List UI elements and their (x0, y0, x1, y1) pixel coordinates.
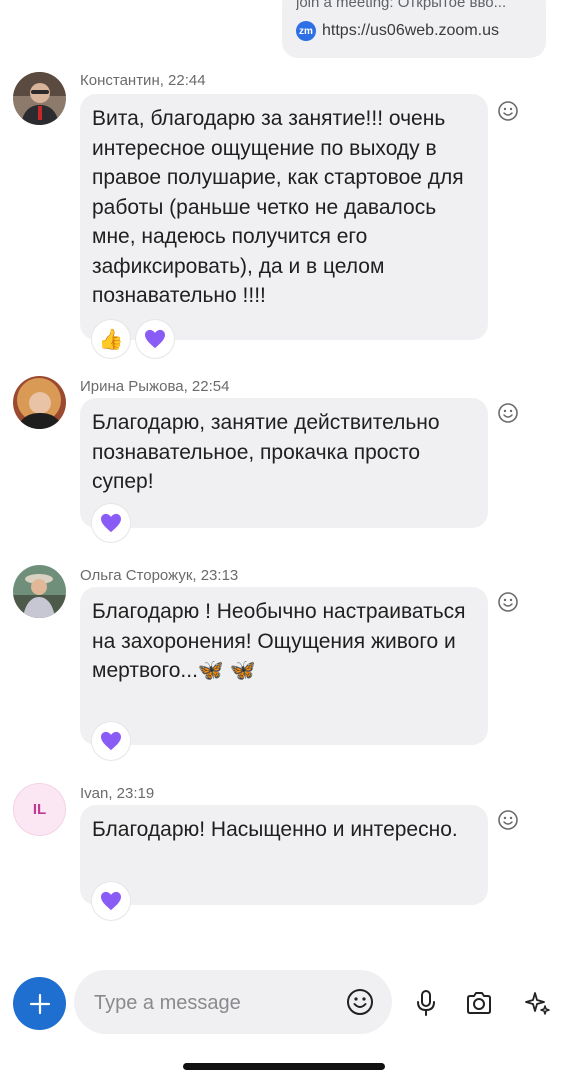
thumbs-up-icon: 👍 (98, 328, 124, 351)
add-reaction-icon[interactable] (497, 100, 519, 122)
sender-name-time: Константин, 22:44 (80, 72, 206, 89)
plus-icon (29, 993, 50, 1014)
reactions: 👍 (92, 320, 174, 358)
add-reaction-icon[interactable] (497, 809, 519, 831)
previous-message-bubble[interactable]: join a meeting: Открытое вво... zm https… (282, 0, 546, 58)
reactions (92, 722, 130, 760)
home-indicator (183, 1063, 385, 1070)
add-reaction-icon[interactable] (497, 591, 519, 613)
reaction-thumbs-up[interactable]: 👍 (92, 320, 130, 358)
message-composer[interactable] (74, 970, 392, 1036)
message-bubble[interactable]: Благодарю, занятие действительно познава… (80, 398, 488, 542)
purple-heart-icon (145, 329, 165, 349)
add-reaction-icon[interactable] (497, 402, 519, 424)
message-input[interactable] (92, 970, 336, 1036)
sparkle-icon[interactable] (523, 988, 553, 1018)
avatar[interactable] (13, 72, 66, 125)
reaction-heart[interactable] (92, 722, 130, 760)
avatar[interactable]: IL (13, 783, 66, 836)
reactions (92, 882, 130, 920)
previous-message-text: join a meeting: Открытое вво... (296, 0, 507, 11)
avatar[interactable] (13, 376, 66, 429)
reaction-heart[interactable] (92, 504, 130, 542)
purple-heart-icon (101, 891, 121, 911)
smiley-icon[interactable] (346, 988, 374, 1016)
message-text: Благодарю! Насыщенно и интересно. (92, 818, 458, 841)
message-bubble[interactable]: Благодарю ! Необычно настраиваться на за… (80, 587, 488, 760)
message-text: Благодарю ! Необычно настраиваться на за… (92, 600, 466, 682)
sender-name-time: Ольга Сторожук, 23:13 (80, 567, 239, 584)
reactions (92, 504, 130, 542)
add-attachment-button[interactable] (13, 977, 66, 1030)
message-bubble[interactable]: Благодарю! Насыщенно и интересно. (80, 805, 488, 920)
sender-name-time: Ирина Рыжова, 22:54 (80, 378, 230, 395)
microphone-icon[interactable] (411, 988, 441, 1018)
camera-icon[interactable] (464, 988, 494, 1018)
purple-heart-icon (101, 731, 121, 751)
purple-heart-icon (101, 513, 121, 533)
zoom-link-url[interactable]: https://us06web.zoom.us (322, 22, 499, 40)
avatar[interactable] (13, 565, 66, 618)
sender-name-time: Ivan, 23:19 (80, 785, 155, 802)
reaction-heart[interactable] (136, 320, 174, 358)
message-text: Вита, благодарю за занятие!!! очень инте… (92, 107, 464, 307)
zoom-link[interactable]: zm https://us06web.zoom.us (296, 21, 499, 41)
message-bubble[interactable]: Вита, благодарю за занятие!!! очень инте… (80, 94, 488, 358)
reaction-heart[interactable] (92, 882, 130, 920)
message-text: Благодарю, занятие действительно познава… (92, 411, 440, 493)
zoom-icon: zm (296, 21, 316, 41)
